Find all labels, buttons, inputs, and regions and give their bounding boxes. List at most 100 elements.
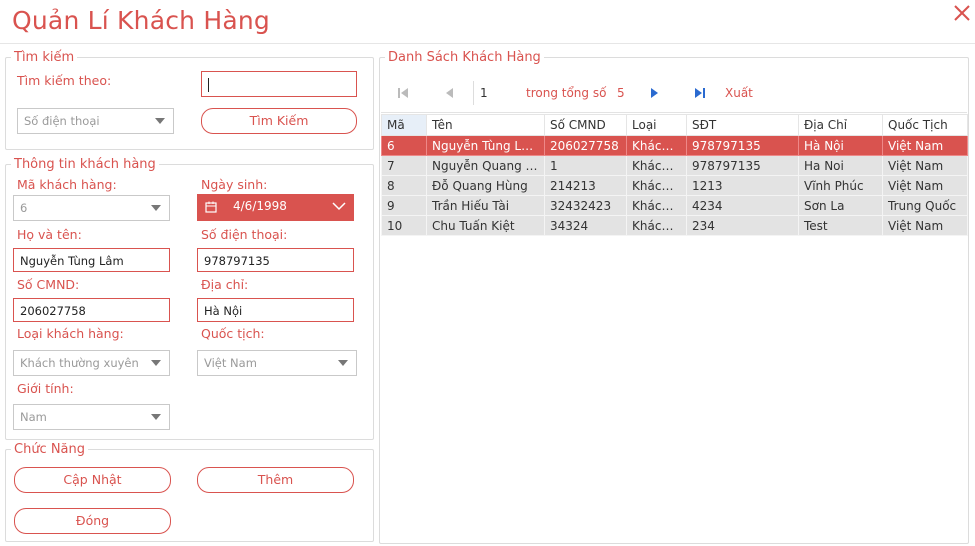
cell-type[interactable]: Khách th... [626, 135, 687, 156]
table-row[interactable]: 9 Trần Hiếu Tài 32432423 Khách th... 423… [381, 195, 968, 216]
nationality-combo[interactable]: Việt Nam [197, 350, 357, 376]
nationality-label: Quốc tịch: [201, 326, 265, 341]
search-button[interactable]: Tìm Kiếm [201, 108, 357, 134]
update-button[interactable]: Cập Nhật [14, 467, 171, 493]
cell-type[interactable]: Khách th... [626, 215, 687, 236]
cell-nationality[interactable]: Việt Nam [882, 135, 968, 156]
chevron-down-icon [338, 360, 348, 366]
customer-id-combo[interactable]: 6 [13, 195, 170, 221]
cell-address[interactable]: Test [798, 215, 883, 236]
search-by-label: Tìm kiếm theo: [17, 73, 112, 88]
cell-type[interactable]: Khách th... [626, 195, 687, 216]
cell-phone[interactable]: 4234 [686, 195, 799, 216]
cell-address[interactable]: Hà Nội [798, 135, 883, 156]
column-header-name[interactable]: Tên [426, 114, 545, 136]
nav-bottom-line [381, 112, 967, 113]
customer-info-legend: Thông tin khách hàng [14, 157, 156, 172]
customer-table: Mã Tên Số CMND Loại SĐT Địa Chỉ Quốc Tịc… [381, 114, 968, 236]
address-label: Địa chỉ: [201, 277, 249, 292]
dob-datepicker[interactable]: 4/6/1998 [197, 194, 354, 221]
gender-combo[interactable]: Nam [13, 404, 170, 430]
cell-cmnd[interactable]: 214213 [544, 175, 627, 196]
export-button[interactable]: Xuất [725, 86, 753, 100]
cell-phone[interactable]: 978797135 [686, 155, 799, 176]
phone-field[interactable]: 978797135 [197, 248, 354, 272]
customer-id-label: Mã khách hàng: [17, 177, 117, 192]
page-of-label: trong tổng số [526, 86, 607, 100]
search-group: Tìm kiếm [5, 50, 374, 150]
table-header-row: Mã Tên Số CMND Loại SĐT Địa Chỉ Quốc Tịc… [381, 114, 968, 136]
cell-address[interactable]: Sơn La [798, 195, 883, 216]
chevron-down-icon [151, 414, 161, 420]
cell-id[interactable]: 6 [381, 135, 427, 156]
cell-nationality[interactable]: Việt Nam [882, 155, 968, 176]
prev-page-icon[interactable] [443, 86, 457, 100]
cell-name[interactable]: Nguyễn Quang Sang [426, 155, 545, 176]
first-page-icon[interactable] [396, 86, 410, 100]
cell-address[interactable]: Ha Noi [798, 155, 883, 176]
name-label: Họ và tên: [17, 227, 82, 242]
search-field-value: Số điện thoại [24, 114, 100, 128]
column-header-address[interactable]: Địa Chỉ [798, 114, 883, 136]
cell-nationality[interactable]: Việt Nam [882, 215, 968, 236]
gender-label: Giới tính: [17, 381, 74, 396]
cell-phone[interactable]: 978797135 [686, 135, 799, 156]
cell-cmnd[interactable]: 206027758 [544, 135, 627, 156]
customer-list-legend: Danh Sách Khách Hàng [388, 50, 541, 65]
cell-address[interactable]: Vĩnh Phúc [798, 175, 883, 196]
table-row[interactable]: 10 Chu Tuấn Kiệt 34324 Khách th... 234 T… [381, 215, 968, 236]
cell-id[interactable]: 8 [381, 175, 427, 196]
column-header-cmnd[interactable]: Số CMND [544, 114, 627, 136]
cell-phone[interactable]: 1213 [686, 175, 799, 196]
cell-cmnd[interactable]: 32432423 [544, 195, 627, 216]
column-header-type[interactable]: Loại [626, 114, 687, 136]
add-button[interactable]: Thêm [197, 467, 354, 493]
chevron-down-icon [151, 205, 161, 211]
cell-name[interactable]: Nguyễn Tùng Lâm [426, 135, 545, 156]
actions-legend: Chức Năng [14, 442, 86, 457]
name-field[interactable]: Nguyễn Tùng Lâm [13, 248, 170, 272]
phone-label: Số điện thoại: [201, 227, 288, 242]
cell-name[interactable]: Đỗ Quang Hùng [426, 175, 545, 196]
next-page-icon[interactable] [647, 86, 661, 100]
cell-cmnd[interactable]: 1 [544, 155, 627, 176]
column-header-phone[interactable]: SĐT [686, 114, 799, 136]
header-divider [0, 43, 975, 44]
cell-id[interactable]: 9 [381, 195, 427, 216]
page-number-input[interactable]: 1 [480, 86, 488, 100]
close-icon[interactable] [951, 2, 973, 24]
cell-id[interactable]: 10 [381, 215, 427, 236]
table-row[interactable]: 6 Nguyễn Tùng Lâm 206027758 Khách th... … [381, 135, 968, 156]
chevron-down-icon [151, 360, 161, 366]
customer-type-combo[interactable]: Khách thường xuyên [13, 350, 170, 376]
search-input[interactable] [201, 71, 357, 97]
column-header-id[interactable]: Mã [381, 114, 427, 136]
last-page-icon[interactable] [693, 86, 707, 100]
table-row[interactable]: 8 Đỗ Quang Hùng 214213 Khách th... 1213 … [381, 175, 968, 196]
cell-name[interactable]: Chu Tuấn Kiệt [426, 215, 545, 236]
table-row[interactable]: 7 Nguyễn Quang Sang 1 Khách th... 978797… [381, 155, 968, 176]
window-title: Quản Lí Khách Hàng [12, 6, 270, 35]
cell-nationality[interactable]: Việt Nam [882, 175, 968, 196]
cell-id[interactable]: 7 [381, 155, 427, 176]
cell-cmnd[interactable]: 34324 [544, 215, 627, 236]
search-field-combo[interactable]: Số điện thoại [17, 108, 174, 134]
cell-phone[interactable]: 234 [686, 215, 799, 236]
cell-type[interactable]: Khách th... [626, 175, 687, 196]
dob-value: 4/6/1998 [233, 199, 287, 213]
column-header-nationality[interactable]: Quốc Tịch [882, 114, 968, 136]
cmnd-field[interactable]: 206027758 [13, 298, 170, 322]
page-total: 5 [617, 86, 625, 100]
cmnd-label: Số CMND: [17, 277, 80, 292]
close-button[interactable]: Đóng [14, 508, 171, 534]
customer-type-label: Loại khách hàng: [17, 326, 124, 341]
search-legend: Tìm kiếm [14, 50, 75, 65]
cell-nationality[interactable]: Trung Quốc [882, 195, 968, 216]
cell-type[interactable]: Khách th... [626, 155, 687, 176]
chevron-down-icon [155, 118, 165, 124]
address-field[interactable]: Hà Nội [197, 298, 354, 322]
cell-name[interactable]: Trần Hiếu Tài [426, 195, 545, 216]
chevron-down-icon [332, 202, 346, 211]
nav-separator [473, 81, 474, 105]
dob-label: Ngày sinh: [201, 177, 268, 192]
